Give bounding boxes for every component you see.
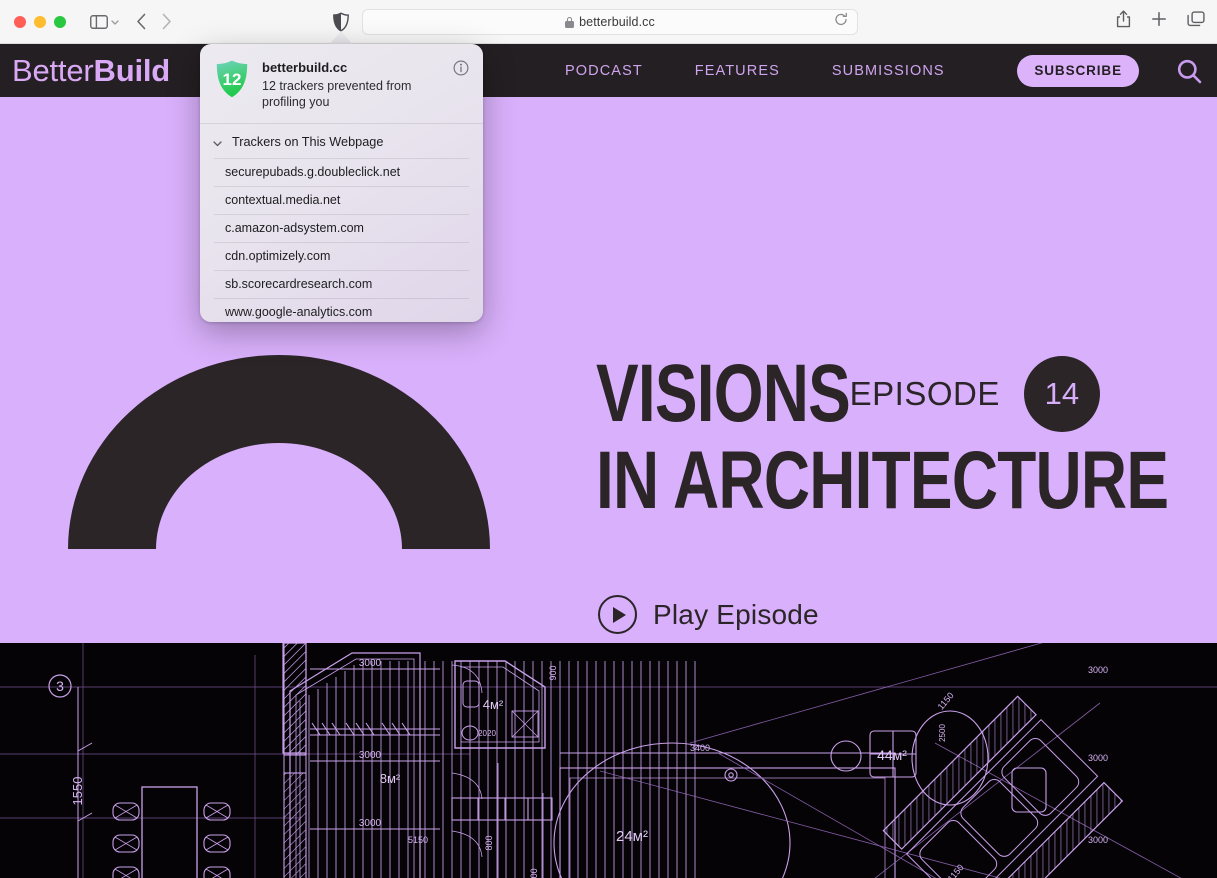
- arch-illustration: [68, 355, 490, 549]
- minimize-window-button[interactable]: [34, 15, 46, 28]
- back-button[interactable]: [136, 13, 147, 30]
- tracker-shield-badge-icon: 12: [215, 59, 249, 99]
- tracker-list: securepubads.g.doubleclick.net contextua…: [200, 157, 483, 322]
- subscribe-button[interactable]: SUBSCRIBE: [1017, 55, 1139, 87]
- svg-text:3: 3: [56, 678, 64, 694]
- svg-text:3400: 3400: [690, 743, 710, 753]
- svg-text:5150: 5150: [408, 835, 428, 845]
- lock-icon: [565, 16, 575, 28]
- hero-section: VISIONS EPISODE 14 IN ARCHITECTURE Play …: [0, 97, 1217, 643]
- blueprint-grid-marker: 3: [48, 674, 72, 698]
- play-episode-label: Play Episode: [653, 598, 819, 630]
- episode-label: EPISODE: [849, 375, 1000, 412]
- list-item[interactable]: sb.scorecardresearch.com: [214, 269, 469, 298]
- search-icon[interactable]: [1175, 57, 1203, 85]
- svg-text:1100: 1100: [529, 868, 539, 878]
- site-logo[interactable]: BetterBuild: [12, 55, 170, 86]
- svg-text:44м²: 44м²: [877, 747, 907, 763]
- trackers-section-toggle[interactable]: Trackers on This Webpage: [200, 124, 483, 158]
- privacy-report-popover: 12 betterbuild.cc 12 trackers prevented …: [200, 44, 483, 322]
- address-url: betterbuild.cc: [579, 15, 655, 29]
- popover-summary: 12 trackers prevented from profiling you: [262, 78, 412, 110]
- maximize-window-button[interactable]: [54, 15, 66, 28]
- list-item[interactable]: cdn.optimizely.com: [214, 241, 469, 270]
- popover-site-name: betterbuild.cc: [262, 60, 348, 75]
- nav-item-submissions[interactable]: SUBMISSIONS: [832, 63, 945, 79]
- hero-title-line-1: VISIONS: [596, 347, 851, 439]
- episode-number-badge: 14: [1023, 356, 1100, 432]
- primary-navigation: PODCAST FEATURES SUBMISSIONS: [565, 44, 945, 97]
- list-item[interactable]: contextual.media.net: [214, 185, 469, 214]
- svg-text:3000: 3000: [359, 750, 382, 761]
- svg-text:3000: 3000: [1088, 753, 1108, 763]
- privacy-report-shield-icon[interactable]: [330, 11, 352, 33]
- logo-part-one: Better: [12, 53, 94, 88]
- address-bar[interactable]: betterbuild.cc: [362, 9, 858, 35]
- svg-text:3000: 3000: [1088, 665, 1108, 675]
- forward-button[interactable]: [161, 13, 172, 30]
- svg-text:3000: 3000: [359, 658, 382, 669]
- hero-title-line-2: IN ARCHITECTURE: [596, 435, 1169, 526]
- play-episode-button[interactable]: Play Episode: [598, 595, 819, 634]
- svg-text:1550: 1550: [70, 777, 85, 806]
- blueprint-svg: 3 1550 3900: [0, 643, 1217, 878]
- blueprint-illustration: 3 1550 3900: [0, 643, 1217, 878]
- svg-text:1150: 1150: [936, 690, 956, 711]
- trackers-section-label: Trackers on This Webpage: [232, 134, 384, 149]
- tab-overview-icon[interactable]: [1187, 11, 1205, 27]
- sidebar-icon[interactable]: [90, 14, 108, 29]
- svg-text:3000: 3000: [359, 818, 382, 829]
- svg-text:800: 800: [484, 835, 494, 850]
- share-icon[interactable]: [1116, 10, 1131, 28]
- nav-item-features[interactable]: FEATURES: [695, 63, 780, 79]
- list-item[interactable]: c.amazon-adsystem.com: [214, 213, 469, 242]
- svg-text:2500: 2500: [938, 724, 947, 742]
- svg-text:2020: 2020: [478, 729, 496, 738]
- tracker-count-text: 12: [223, 70, 242, 89]
- logo-part-two: Build: [93, 53, 171, 88]
- chevron-down-icon: [212, 136, 223, 147]
- svg-text:8м²: 8м²: [380, 771, 401, 786]
- hero-copy: VISIONS EPISODE 14 IN ARCHITECTURE: [596, 347, 1196, 526]
- browser-window: betterbuild.cc BetterBuild PODCAST FEATU…: [0, 0, 1217, 878]
- info-circle-icon[interactable]: [453, 60, 469, 76]
- list-item[interactable]: www.google-analytics.com: [214, 297, 469, 322]
- site-header: BetterBuild PODCAST FEATURES SUBMISSIONS…: [0, 44, 1217, 97]
- nav-item-podcast[interactable]: PODCAST: [565, 63, 643, 79]
- play-circle-icon: [598, 595, 637, 634]
- popover-header: 12 betterbuild.cc 12 trackers prevented …: [200, 44, 483, 123]
- browser-toolbar: betterbuild.cc: [0, 0, 1217, 44]
- new-tab-plus-icon[interactable]: [1151, 11, 1167, 27]
- close-window-button[interactable]: [14, 15, 26, 28]
- web-page: BetterBuild PODCAST FEATURES SUBMISSIONS…: [0, 44, 1217, 878]
- window-traffic-lights: [14, 15, 66, 28]
- svg-text:24м²: 24м²: [616, 828, 648, 845]
- list-item[interactable]: securepubads.g.doubleclick.net: [214, 157, 469, 186]
- svg-text:900: 900: [548, 665, 558, 680]
- svg-text:3000: 3000: [1088, 835, 1108, 845]
- svg-text:4м²: 4м²: [483, 697, 504, 712]
- sidebar-chevron-down-icon[interactable]: [110, 17, 120, 27]
- reload-icon[interactable]: [834, 12, 848, 32]
